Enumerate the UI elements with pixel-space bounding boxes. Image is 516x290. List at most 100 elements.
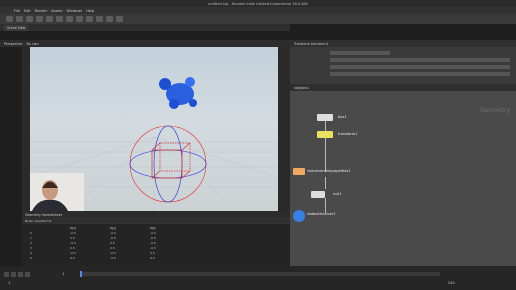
node-wire (325, 121, 326, 131)
shelf-tool-button[interactable] (76, 16, 83, 22)
table-cell: -0.5 (110, 251, 116, 255)
table-cell: -0.5 (70, 231, 76, 235)
rewind-icon[interactable] (4, 271, 9, 277)
shelf-toolbar (0, 14, 516, 24)
table-cell: 4 (30, 251, 32, 255)
shelf-tool-button[interactable] (6, 16, 13, 22)
playbar: 1 1 240 (0, 266, 516, 290)
shelf-tool-button[interactable] (106, 16, 113, 22)
node-wire (325, 138, 326, 172)
shelf-tool-button[interactable] (56, 16, 63, 22)
table-row: 4 -0.5 -0.5 0.5 (30, 251, 280, 255)
node-constraint[interactable] (293, 168, 305, 175)
network-editor[interactable]: Geometry box1 transform1 rbdconstraintpr… (290, 91, 516, 266)
table-row: 0 -0.5 -0.5 -0.5 (30, 231, 280, 235)
shelf-tool-button[interactable] (26, 16, 33, 22)
spreadsheet-tabbar: Geometry Spreadsheet (22, 211, 290, 218)
shelf-tool-button[interactable] (66, 16, 73, 22)
table-cell: 0.5 (110, 246, 115, 250)
timeline-slider[interactable] (80, 272, 440, 276)
table-cell: 0.5 (70, 246, 75, 250)
param-field[interactable] (330, 58, 510, 62)
table-cell: 0.5 (70, 236, 75, 240)
shelf-tool-button[interactable] (16, 16, 23, 22)
spreadsheet-toolbar: Node: transform1 (22, 218, 290, 224)
shelf-tool-button[interactable] (86, 16, 93, 22)
viewport-tool-bar[interactable] (22, 47, 30, 211)
table-cell: -0.5 (70, 251, 76, 255)
menu-render[interactable]: Render (35, 9, 47, 13)
table-cell: -0.5 (110, 236, 116, 240)
column-header[interactable]: P[z] (150, 226, 190, 230)
table-cell: 1 (30, 236, 32, 240)
table-row: 3 0.5 0.5 -0.5 (30, 246, 280, 250)
network-context-label: Geometry (480, 107, 510, 114)
shelf-tool-button[interactable] (116, 16, 123, 22)
menu-bar: File Edit Render Assets Windows Help (0, 7, 516, 14)
fish-model (159, 77, 197, 109)
table-header: P[x] P[y] P[z] (30, 226, 280, 230)
table-cell: 0 (30, 231, 32, 235)
node-wire (325, 198, 326, 213)
window-title: untitled.hip - Houdini Indie Limited-Com… (208, 1, 308, 6)
table-cell: -0.5 (150, 246, 156, 250)
network-path[interactable]: /obj/geo1 (294, 86, 309, 90)
menu-assets[interactable]: Assets (51, 9, 62, 13)
spreadsheet-node-label: Node: transform1 (25, 219, 52, 223)
column-header[interactable]: P[x] (70, 226, 110, 230)
shelf-tool-button[interactable] (96, 16, 103, 22)
tab-spreadsheet[interactable]: Geometry Spreadsheet (25, 213, 62, 217)
node-wire (325, 177, 326, 189)
node-null-label: null1 (333, 192, 342, 196)
shelf-tool-button[interactable] (36, 16, 43, 22)
table-cell: -0.5 (110, 231, 116, 235)
menu-help[interactable]: Help (86, 9, 94, 13)
param-field[interactable] (330, 72, 510, 76)
display-options-bar[interactable] (278, 47, 290, 211)
camera-menu[interactable]: Perspective (4, 42, 22, 46)
node-box-label: box1 (338, 115, 347, 119)
webcam-overlay (30, 173, 84, 211)
table-cell: -0.5 (150, 236, 156, 240)
table-cell: 0.5 (70, 256, 75, 260)
table-row: 5 0.5 -0.5 0.5 (30, 256, 280, 260)
start-frame[interactable]: 1 (8, 281, 10, 285)
play-icon[interactable] (18, 271, 23, 277)
step-forward-icon[interactable] (25, 271, 30, 277)
step-back-icon[interactable] (11, 271, 16, 277)
node-bullet-solver[interactable] (293, 210, 305, 222)
table-cell: 0.5 (110, 241, 115, 245)
current-frame[interactable]: 1 (62, 272, 64, 276)
node-constraint-label: rbdconstraintproperties1 (307, 169, 351, 173)
table-cell: -0.5 (110, 256, 116, 260)
spreadsheet-table: P[x] P[y] P[z] 0 -0.5 -0.5 -0.5 1 0.5 -0.5 -0.… (22, 226, 290, 266)
parameter-editor: Transform transform1 (290, 40, 516, 84)
menu-file[interactable]: File (14, 9, 20, 13)
viewer-tabs: Scene View (0, 24, 290, 31)
param-field[interactable] (330, 51, 390, 55)
menu-windows[interactable]: Windows (67, 9, 83, 13)
network-path-bar: /obj/geo1 (290, 84, 516, 91)
table-cell: -0.5 (150, 231, 156, 235)
table-cell: -0.5 (70, 241, 76, 245)
table-row: 1 0.5 -0.5 -0.5 (30, 236, 280, 240)
table-cell: 5 (30, 256, 32, 260)
column-header[interactable]: P[y] (110, 226, 150, 230)
constraint-box (151, 142, 191, 179)
no-cam-menu[interactable]: No cam (26, 42, 38, 46)
table-cell: 3 (30, 246, 32, 250)
table-cell: -0.5 (150, 241, 156, 245)
node-transform[interactable] (317, 131, 333, 138)
timeline-cursor[interactable] (80, 271, 82, 277)
node-bullet-solver-label: rbdbulletsolver1 (307, 212, 336, 216)
node-null[interactable] (311, 191, 325, 198)
node-box[interactable] (317, 114, 333, 121)
end-frame[interactable]: 240 (448, 281, 455, 285)
table-cell: 0.5 (150, 251, 155, 255)
table-cell: 2 (30, 241, 32, 245)
tab-scene-view[interactable]: Scene View (4, 24, 29, 31)
menu-edit[interactable]: Edit (24, 9, 31, 13)
transform-handle-spheres (129, 125, 207, 203)
param-field[interactable] (330, 65, 510, 69)
shelf-tool-button[interactable] (46, 16, 53, 22)
